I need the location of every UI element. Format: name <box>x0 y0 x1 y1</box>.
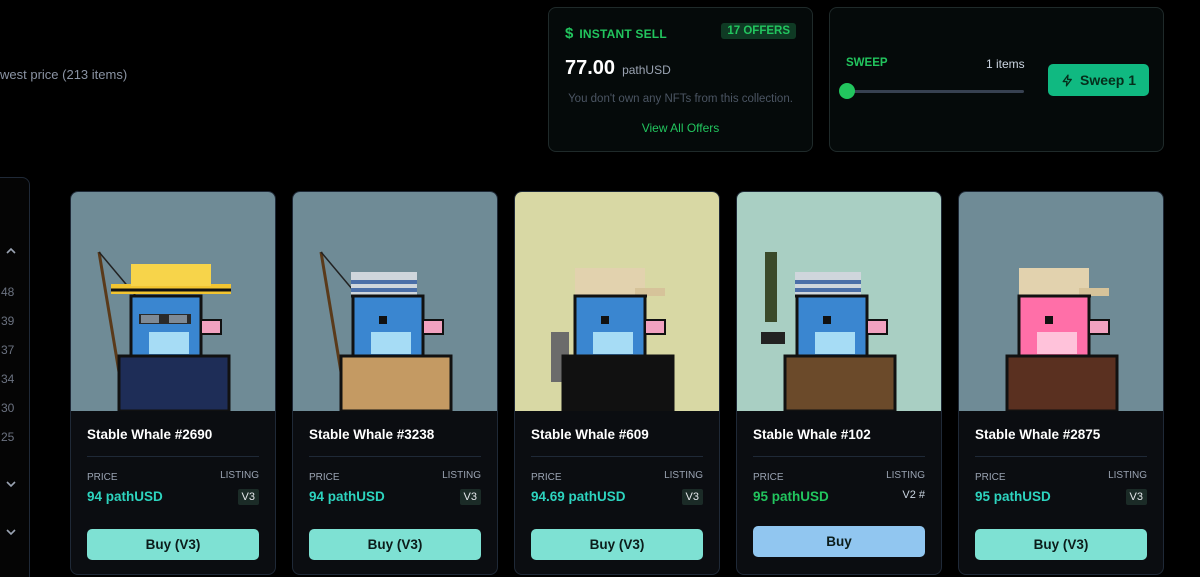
filter-count: 39 <box>1 314 15 328</box>
listing-label: LISTING <box>886 470 925 481</box>
nft-card[interactable]: Stable Whale #2875 PRICE LISTING 95 path… <box>958 191 1164 575</box>
buy-button[interactable]: Buy (V3) <box>531 529 703 560</box>
sweep-label: SWEEP <box>846 57 888 69</box>
instant-sell-header: $ INSTANT SELL <box>565 25 667 42</box>
nft-image[interactable] <box>71 192 275 411</box>
filter-count: 30 <box>1 401 15 415</box>
nft-image[interactable] <box>293 192 497 411</box>
nft-card[interactable]: Stable Whale #102 PRICE LISTING 95 pathU… <box>736 191 942 575</box>
sweep-button-label: Sweep 1 <box>1079 72 1137 88</box>
divider <box>87 456 259 457</box>
filter-count: 48 <box>1 285 15 299</box>
listing-version-badge: V3 <box>237 489 259 505</box>
filter-count: 34 <box>1 372 15 386</box>
filter-count: 25 <box>1 430 15 444</box>
nft-artwork <box>959 192 1163 411</box>
price-label: PRICE <box>309 472 340 483</box>
nft-artwork <box>515 192 719 411</box>
buy-button[interactable]: Buy <box>753 526 925 557</box>
instant-sell-title: INSTANT SELL <box>579 26 667 41</box>
nft-name[interactable]: Stable Whale #102 <box>753 427 871 442</box>
nft-price: 94 pathUSD <box>309 489 385 504</box>
buy-button[interactable]: Buy (V3) <box>975 529 1147 560</box>
collection-subtitle: west price (213 items) <box>0 67 128 82</box>
offers-count-badge: 17 OFFERS <box>721 23 796 39</box>
instant-sell-panel: $ INSTANT SELL 17 OFFERS 77.00 pathUSD Y… <box>548 7 813 152</box>
sweep-button[interactable]: Sweep 1 <box>1048 64 1149 96</box>
listing-version-badge: V3 <box>681 489 703 505</box>
listing-label: LISTING <box>1108 470 1147 481</box>
chevron-down-icon[interactable] <box>5 478 17 490</box>
divider <box>753 456 925 457</box>
nft-name[interactable]: Stable Whale #609 <box>531 427 649 442</box>
instant-sell-unit: pathUSD <box>622 63 671 77</box>
listing-version-badge: V3 <box>459 489 481 505</box>
nft-artwork <box>71 192 275 411</box>
listing-label: LISTING <box>664 470 703 481</box>
sweep-item-count: 1 items <box>986 57 1025 71</box>
divider <box>531 456 703 457</box>
nft-name[interactable]: Stable Whale #2690 <box>87 427 212 442</box>
price-label: PRICE <box>753 472 784 483</box>
sweep-panel: SWEEP 1 items Sweep 1 <box>829 7 1164 152</box>
instant-sell-amount: 77.00 <box>565 57 616 79</box>
nft-price: 94 pathUSD <box>87 489 163 504</box>
listing-version-badge: V3 <box>1125 489 1147 505</box>
instant-sell-price: 77.00 pathUSD <box>565 57 671 80</box>
nft-artwork <box>737 192 941 411</box>
price-label: PRICE <box>531 472 562 483</box>
nft-card[interactable]: Stable Whale #3238 PRICE LISTING 94 path… <box>292 191 498 575</box>
sweep-slider-track[interactable] <box>846 90 1024 93</box>
view-all-offers-link[interactable]: View All Offers <box>549 121 812 135</box>
ownership-note: You don't own any NFTs from this collect… <box>568 93 793 105</box>
price-label: PRICE <box>87 472 118 483</box>
nft-card[interactable]: Stable Whale #2690 PRICE LISTING 94 path… <box>70 191 276 575</box>
listing-label: LISTING <box>442 470 481 481</box>
nft-image[interactable] <box>959 192 1163 411</box>
nft-price: 95 pathUSD <box>975 489 1051 504</box>
price-label: PRICE <box>975 472 1006 483</box>
sweep-slider-thumb[interactable] <box>839 83 855 99</box>
nft-image[interactable] <box>515 192 719 411</box>
nft-card[interactable]: Stable Whale #609 PRICE LISTING 94.69 pa… <box>514 191 720 575</box>
filter-sidebar: 48 39 37 34 30 25 <box>0 177 30 577</box>
buy-button[interactable]: Buy (V3) <box>87 529 259 560</box>
nft-name[interactable]: Stable Whale #3238 <box>309 427 434 442</box>
nft-price: 94.69 pathUSD <box>531 489 626 504</box>
nft-price: 95 pathUSD <box>753 489 829 504</box>
filter-count: 37 <box>1 343 15 357</box>
lightning-icon <box>1062 73 1072 87</box>
chevron-down-icon[interactable] <box>5 526 17 538</box>
dollar-icon: $ <box>565 25 574 42</box>
nft-name[interactable]: Stable Whale #2875 <box>975 427 1100 442</box>
nft-artwork <box>293 192 497 411</box>
divider <box>309 456 481 457</box>
chevron-up-icon[interactable] <box>5 245 17 257</box>
divider <box>975 456 1147 457</box>
listing-version-badge: V2 # <box>902 489 925 501</box>
nft-image[interactable] <box>737 192 941 411</box>
listing-label: LISTING <box>220 470 259 481</box>
buy-button[interactable]: Buy (V3) <box>309 529 481 560</box>
